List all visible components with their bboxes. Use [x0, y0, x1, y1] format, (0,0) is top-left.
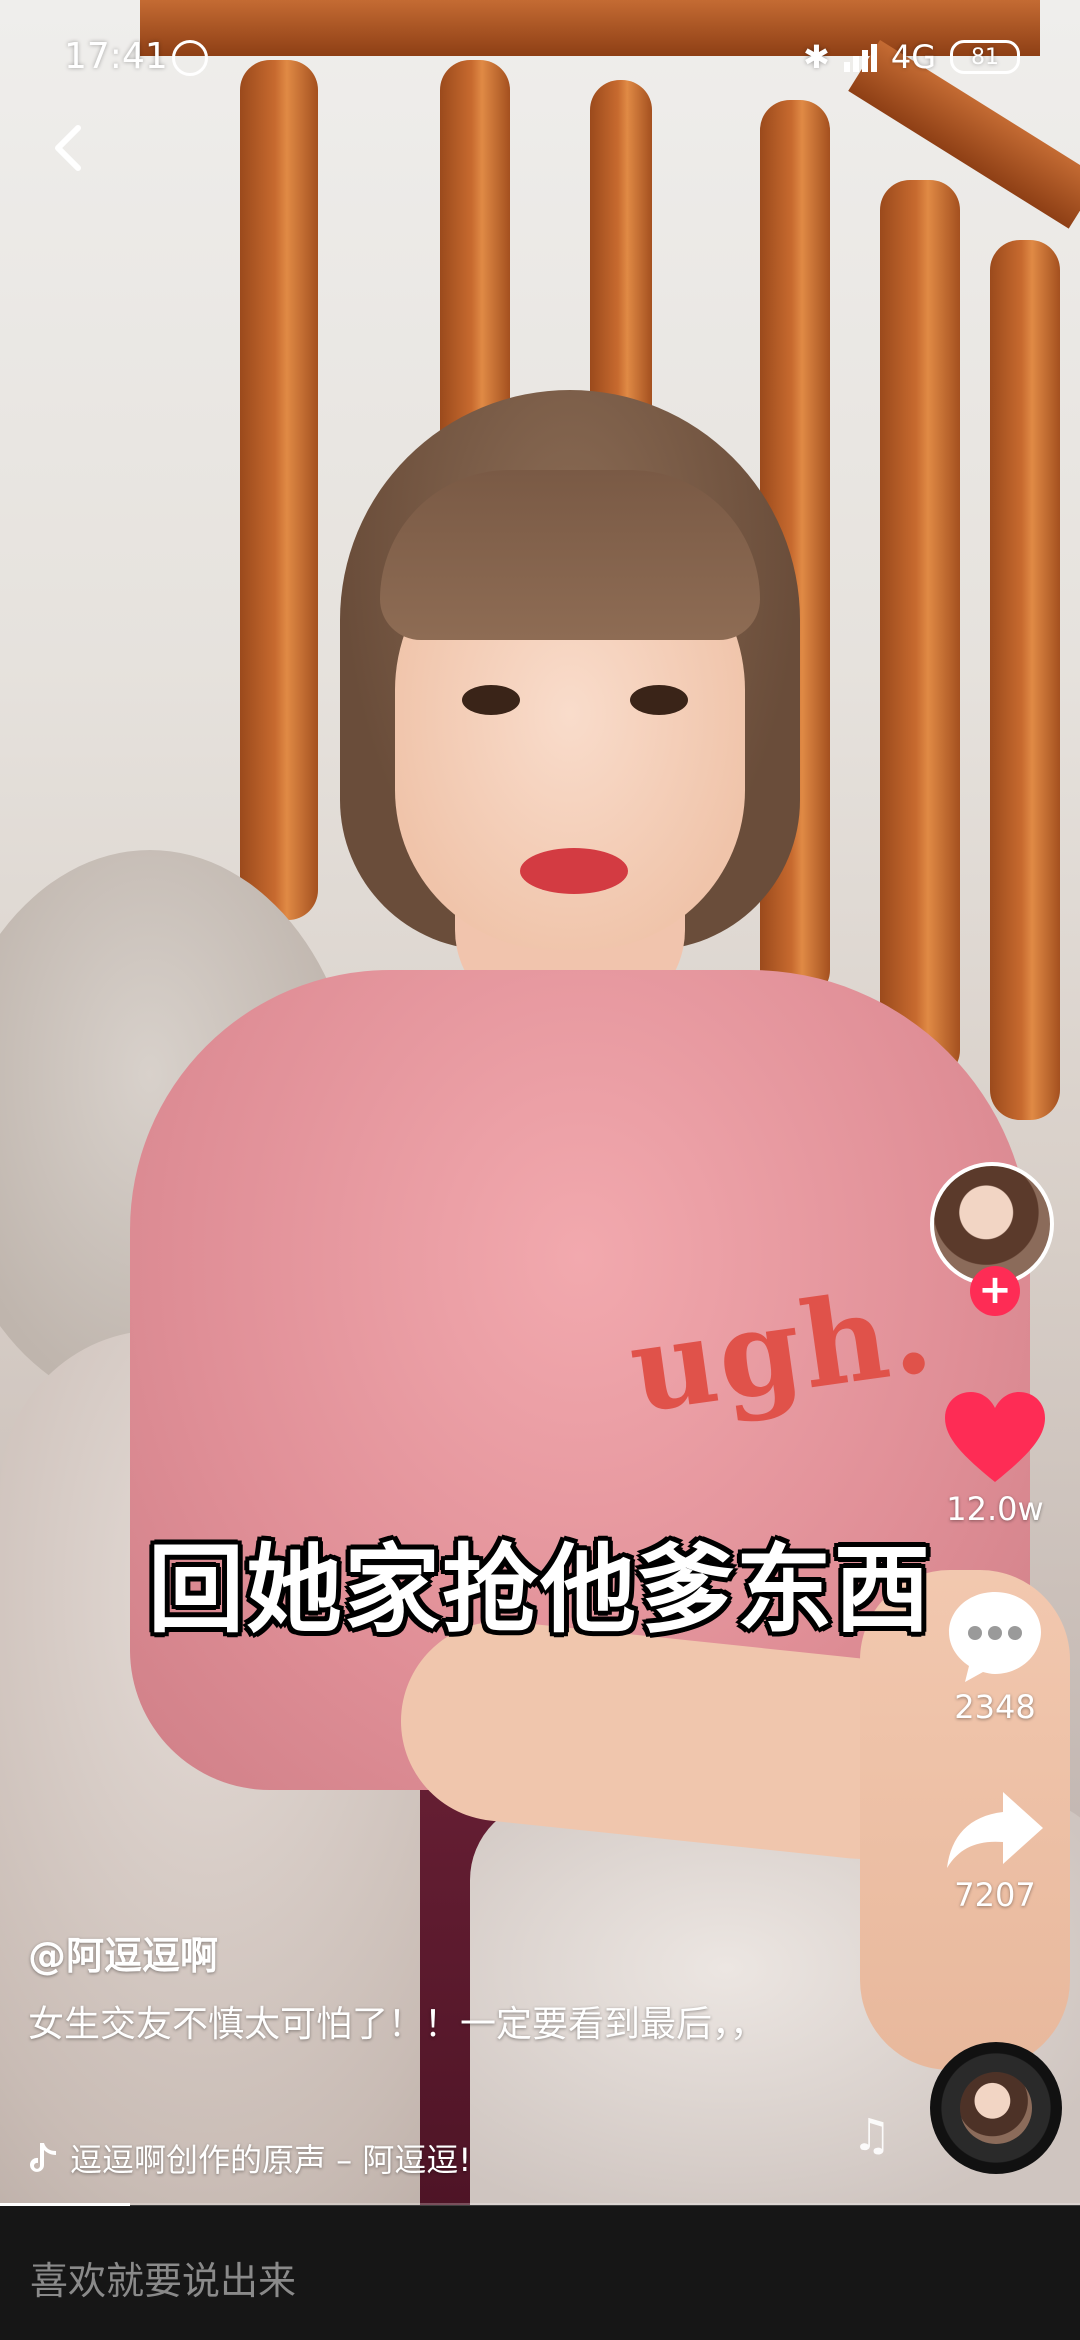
signal-icon: [843, 42, 877, 72]
like-button[interactable]: 12.0w: [930, 1390, 1060, 1528]
bangs: [380, 470, 760, 640]
railing-post: [990, 240, 1060, 1120]
left-eye: [462, 685, 520, 715]
heart-icon: [945, 1392, 1045, 1482]
bluetooth-icon: ✱: [803, 38, 830, 76]
music-note-icon: ♫: [852, 2110, 892, 2161]
railing-post: [240, 60, 318, 920]
video-subtitle: 回她家抢他爹东西: [148, 1534, 932, 1646]
back-chevron-icon[interactable]: [40, 118, 100, 178]
music-info[interactable]: 逗逗啊创作的原声 – 阿逗逗!: [28, 2135, 471, 2181]
author-avatar-group[interactable]: +: [930, 1162, 1060, 1316]
video-player[interactable]: ugh.: [0, 0, 1080, 2205]
comment-placeholder[interactable]: 喜欢就要说出来: [30, 2250, 296, 2305]
comment-count: 2348: [954, 1688, 1036, 1726]
mouth: [520, 848, 628, 894]
share-count: 7207: [954, 1876, 1036, 1914]
status-right: ✱ 4G 81: [803, 38, 1020, 76]
tiktok-note-icon: [30, 2143, 56, 2172]
share-button[interactable]: 7207: [930, 1788, 1060, 1914]
railing-post: [880, 180, 960, 1080]
comment-input-bar[interactable]: 喜欢就要说出来: [0, 2206, 1080, 2340]
battery-icon: 81: [950, 40, 1020, 74]
video-description: 女生交友不慎太可怕了！！一定要看到最后，，: [28, 2004, 767, 2045]
author-name[interactable]: @阿逗逗啊: [28, 1925, 218, 1980]
follow-plus-button[interactable]: +: [970, 1266, 1020, 1316]
status-time: 17:41: [64, 36, 168, 77]
share-arrow-icon: [947, 1792, 1043, 1868]
network-type: 4G: [890, 38, 936, 76]
music-disc-cover: [960, 2072, 1032, 2144]
alarm-icon: [172, 40, 208, 76]
comment-button[interactable]: 2348: [930, 1588, 1060, 1726]
right-eye: [630, 685, 688, 715]
battery-level: 81: [971, 44, 999, 70]
comment-bubble-icon: [949, 1592, 1041, 1682]
status-bar: 17:41 ✱ 4G 81: [0, 0, 1080, 110]
music-disc[interactable]: [930, 2042, 1062, 2174]
like-count: 12.0w: [946, 1490, 1044, 1528]
music-title: 逗逗啊创作的原声 – 阿逗逗!: [70, 2141, 472, 2179]
